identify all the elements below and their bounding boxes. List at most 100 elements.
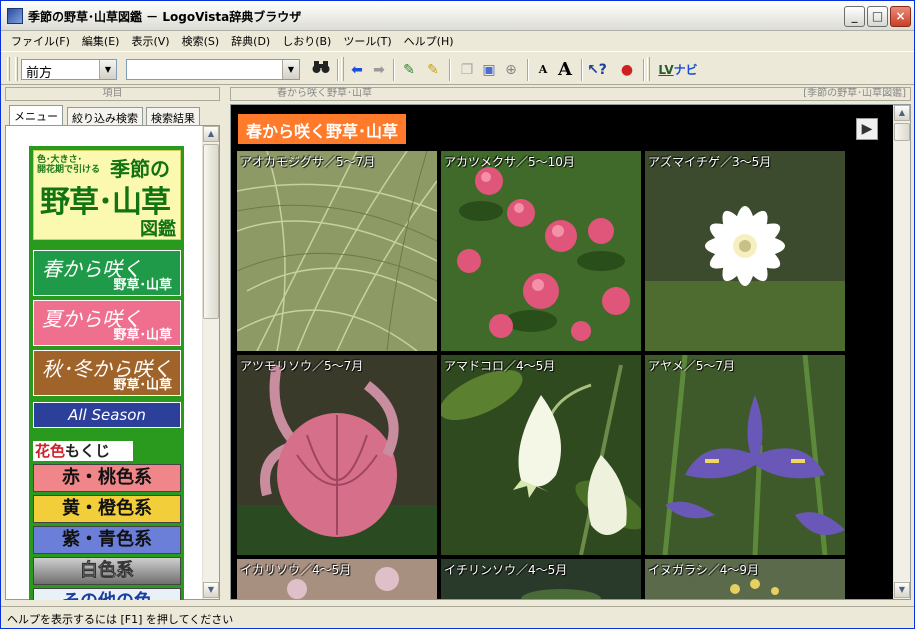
close-button[interactable]: × bbox=[890, 6, 911, 27]
next-page-button[interactable]: ▶ bbox=[856, 118, 878, 140]
all-season-button[interactable]: All Season bbox=[33, 402, 181, 428]
help-cursor-icon[interactable]: ↖? bbox=[587, 60, 607, 80]
scroll-down-icon[interactable]: ▼ bbox=[894, 582, 910, 598]
scroll-thumb[interactable] bbox=[894, 123, 910, 141]
summer-sublabel: 野草･山草 bbox=[113, 328, 172, 343]
plant-photo-red-clover bbox=[441, 151, 641, 351]
search-combo[interactable]: ▼ bbox=[126, 59, 300, 80]
scroll-up-icon[interactable]: ▲ bbox=[894, 105, 910, 121]
app-icon[interactable] bbox=[7, 8, 23, 24]
toolbar: 前方 ▼ ▼ ⬅ ➡ ✎ ✎ ❐ ▣ ⊕ A A ↖? ● LVナビ bbox=[1, 51, 914, 85]
left-header-label: 項目 bbox=[102, 88, 123, 99]
chevron-down-icon[interactable]: ▼ bbox=[282, 60, 299, 79]
lv-logo: LV bbox=[658, 63, 674, 77]
menu-bookmark[interactable]: しおり(B) bbox=[276, 31, 337, 50]
nav-combo[interactable]: 前方 ▼ bbox=[21, 59, 117, 81]
flower-color-index-heading: 花色もくじ bbox=[33, 441, 133, 461]
plant-tile[interactable]: アカツメクサ／5～10月 bbox=[441, 151, 641, 351]
toolbar-grip[interactable] bbox=[15, 57, 18, 81]
title-bar[interactable]: 季節の野草･山草図鑑 － LogoVista辞典ブラウザ _ □ × bbox=[1, 1, 914, 31]
plant-label: イカリソウ／4～5月 bbox=[240, 563, 352, 577]
menu-bar: ファイル(F) 編集(E) 表示(V) 検索(S) 辞典(D) しおり(B) ツ… bbox=[1, 31, 914, 50]
color-yellow-orange-button[interactable]: 黄・橙色系 bbox=[33, 495, 181, 523]
plant-label: アヤメ／5～7月 bbox=[648, 359, 736, 373]
main-scrollbar[interactable]: ▲ ▼ bbox=[893, 105, 910, 599]
binoculars-icon[interactable] bbox=[311, 60, 331, 80]
logo-tagline: 色･大きさ･ 開花期で引ける bbox=[37, 155, 101, 175]
color-white-button[interactable]: 白色系 bbox=[33, 557, 181, 585]
pencil-green-icon[interactable]: ✎ bbox=[399, 60, 419, 80]
menu-edit[interactable]: 編集(E) bbox=[76, 31, 126, 50]
logo-zukan: 図鑑 bbox=[140, 219, 176, 240]
tab-menu[interactable]: メニュー bbox=[9, 105, 63, 126]
toolbar-separator bbox=[643, 59, 645, 81]
left-menu-content: 色･大きさ･ 開花期で引ける 季節の 野草･山草 図鑑 春から咲く 野草･山草 夏… bbox=[29, 146, 184, 600]
main-pane-header: 春から咲く野草･山草 [季節の野草･山草図鑑] bbox=[230, 87, 911, 101]
dictionary-logo[interactable]: 色･大きさ･ 開花期で引ける 季節の 野草･山草 図鑑 bbox=[33, 150, 181, 240]
copy-icon[interactable]: ❐ bbox=[457, 60, 477, 80]
summer-button[interactable]: 夏から咲く 野草･山草 bbox=[33, 300, 181, 346]
scroll-down-icon[interactable]: ▼ bbox=[203, 582, 219, 598]
font-small-icon[interactable]: A bbox=[533, 60, 553, 80]
left-tabs: メニュー 絞り込み検索 検索結果 bbox=[5, 105, 220, 126]
plant-photo-iris bbox=[645, 355, 845, 555]
plant-tile[interactable]: イチリンソウ／4～5月 bbox=[441, 559, 641, 599]
toolbar-separator bbox=[449, 59, 451, 81]
color-other-button[interactable]: その他の色 bbox=[33, 588, 181, 600]
toolbar-separator bbox=[393, 59, 395, 81]
plant-label: アカツメクサ／5～10月 bbox=[444, 155, 575, 169]
toolbar-separator bbox=[527, 59, 529, 81]
toolbar-separator bbox=[581, 59, 583, 81]
main-header-dictionary: [季節の野草･山草図鑑] bbox=[803, 88, 906, 99]
plant-label: アマドコロ／4～5月 bbox=[444, 359, 556, 373]
menu-tools[interactable]: ツール(T) bbox=[337, 31, 397, 50]
toolbar-grip[interactable] bbox=[341, 57, 344, 81]
maximize-button[interactable]: □ bbox=[867, 6, 888, 27]
menu-view[interactable]: 表示(V) bbox=[125, 31, 175, 50]
plant-tile[interactable]: イヌガラシ／4～9月 bbox=[645, 559, 845, 599]
plant-photo-lady-slipper bbox=[237, 355, 437, 555]
window-icon[interactable]: ▣ bbox=[479, 60, 499, 80]
main-content: 春から咲く野草･山草 ▶ アオカモジグサ／5～7月 アカツメクサ／5～10月 ア… bbox=[230, 104, 911, 600]
menu-search[interactable]: 検索(S) bbox=[176, 31, 226, 50]
tab-search-results[interactable]: 検索結果 bbox=[146, 107, 200, 125]
stop-icon[interactable]: ● bbox=[617, 60, 637, 80]
color-red-pink-button[interactable]: 赤・桃色系 bbox=[33, 464, 181, 492]
plant-tile[interactable]: アツモリソウ／5～7月 bbox=[237, 355, 437, 555]
menu-file[interactable]: ファイル(F) bbox=[5, 31, 76, 50]
plant-tile[interactable]: アヤメ／5～7月 bbox=[645, 355, 845, 555]
color-purple-blue-button[interactable]: 紫・青色系 bbox=[33, 526, 181, 554]
left-pane: 色･大きさ･ 開花期で引ける 季節の 野草･山草 図鑑 春から咲く 野草･山草 夏… bbox=[5, 125, 220, 600]
minimize-button[interactable]: _ bbox=[844, 6, 865, 27]
left-pane-header: 項目 bbox=[5, 87, 220, 101]
plant-tile[interactable]: アマドコロ／4～5月 bbox=[441, 355, 641, 555]
autumn-winter-sublabel: 野草･山草 bbox=[113, 378, 172, 393]
plant-label: イチリンソウ／4～5月 bbox=[444, 563, 568, 577]
forward-arrow-icon[interactable]: ➡ bbox=[369, 60, 389, 80]
section-title: 春から咲く野草･山草 bbox=[238, 114, 407, 144]
plant-tile[interactable]: イカリソウ／4～5月 bbox=[237, 559, 437, 599]
plant-label: アオカモジグサ／5～7月 bbox=[240, 155, 376, 169]
app-window: 季節の野草･山草図鑑 － LogoVista辞典ブラウザ _ □ × ファイル(… bbox=[0, 0, 915, 629]
plant-photo-solomons-seal bbox=[441, 355, 641, 555]
lv-navi-button[interactable]: LVナビ bbox=[655, 60, 701, 80]
plant-tile[interactable]: アオカモジグサ／5～7月 bbox=[237, 151, 437, 351]
chevron-down-icon[interactable]: ▼ bbox=[99, 60, 116, 79]
scroll-thumb[interactable] bbox=[203, 144, 219, 319]
menu-help[interactable]: ヘルプ(H) bbox=[398, 31, 460, 50]
left-scrollbar[interactable]: ▲ ▼ bbox=[202, 126, 219, 599]
font-large-icon[interactable]: A bbox=[555, 60, 575, 80]
spring-button[interactable]: 春から咲く 野草･山草 bbox=[33, 250, 181, 296]
highlighter-icon[interactable]: ✎ bbox=[423, 60, 443, 80]
menu-dictionary[interactable]: 辞典(D) bbox=[225, 31, 276, 50]
spring-sublabel: 野草･山草 bbox=[113, 278, 172, 293]
zoom-icon[interactable]: ⊕ bbox=[501, 60, 521, 80]
tab-filter-search[interactable]: 絞り込み検索 bbox=[67, 107, 143, 125]
plant-tile[interactable]: アズマイチゲ／3～5月 bbox=[645, 151, 845, 351]
scroll-up-icon[interactable]: ▲ bbox=[203, 126, 219, 142]
toolbar-grip[interactable] bbox=[7, 57, 10, 81]
plant-photo-white-anemone bbox=[645, 151, 845, 351]
back-arrow-icon[interactable]: ⬅ bbox=[347, 60, 367, 80]
toolbar-grip[interactable] bbox=[647, 57, 650, 81]
autumn-winter-button[interactable]: 秋･冬から咲く 野草･山草 bbox=[33, 350, 181, 396]
